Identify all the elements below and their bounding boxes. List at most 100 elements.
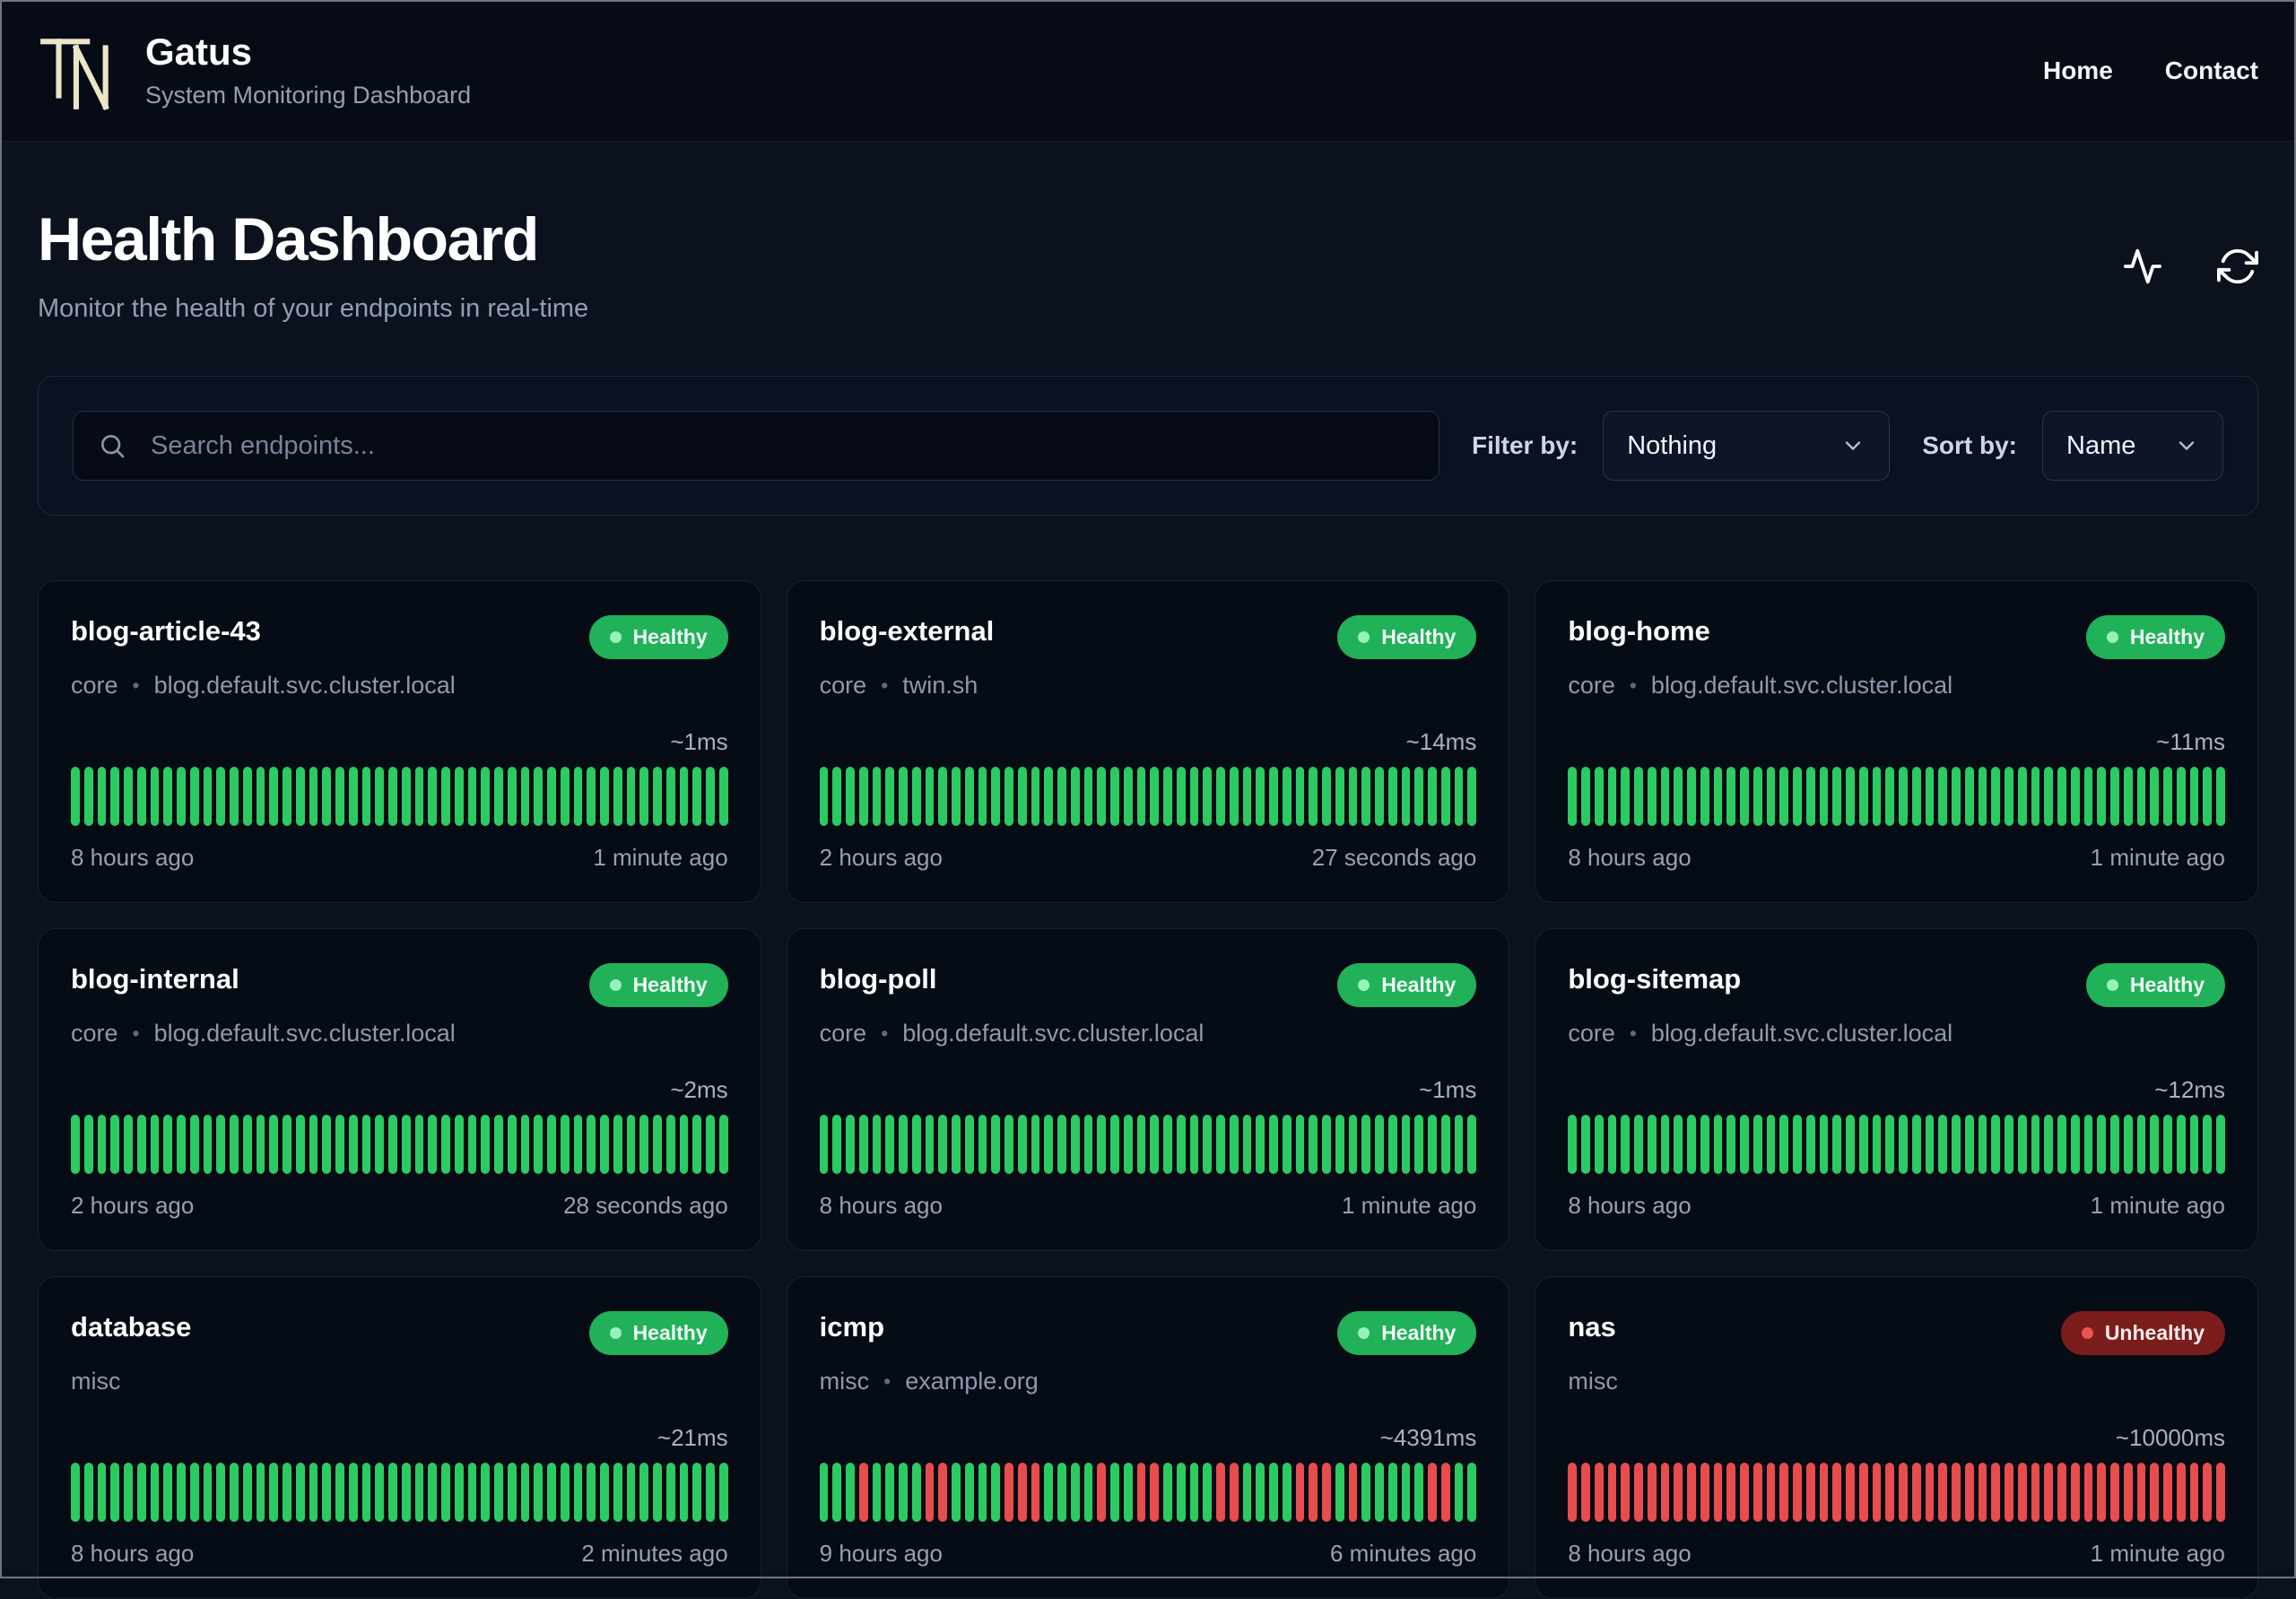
endpoint-group: core (71, 1020, 118, 1047)
uptime-bar (256, 1115, 265, 1174)
uptime-bar (1004, 1463, 1013, 1522)
uptime-bar (1322, 1463, 1331, 1522)
uptime-bar (361, 1463, 371, 1522)
uptime-bar (1309, 767, 1318, 826)
uptime-bar (872, 1115, 882, 1174)
endpoint-card[interactable]: blog-home Healthy core • blog.default.sv… (1535, 580, 2258, 903)
uptime-bar (1322, 767, 1331, 826)
uptime-bar (2189, 1115, 2199, 1174)
endpoint-card[interactable]: blog-external Healthy core • twin.sh ~14… (786, 580, 1510, 903)
nav-link-contact[interactable]: Contact (2165, 56, 2258, 85)
uptime-bar (189, 1115, 199, 1174)
uptime-bar (1189, 1463, 1199, 1522)
uptime-bar (2136, 1115, 2146, 1174)
uptime-bar (872, 767, 882, 826)
uptime-bar (454, 767, 464, 826)
uptime-bar (1097, 767, 1107, 826)
status-label: Healthy (2129, 625, 2205, 648)
latency-label: ~2ms (670, 1076, 728, 1103)
endpoint-card[interactable]: nas Unhealthy misc ~10000ms 8 hours ago … (1535, 1276, 2258, 1599)
filter-select[interactable]: Nothing (1603, 411, 1891, 481)
endpoint-host: twin.sh (902, 672, 978, 699)
uptime-bar (97, 1115, 107, 1174)
uptime-bar (1766, 767, 1776, 826)
endpoint-card[interactable]: blog-poll Healthy core • blog.default.sv… (786, 928, 1510, 1251)
search-input[interactable] (73, 411, 1439, 481)
uptime-bar (2031, 767, 2040, 826)
uptime-bar (1335, 1463, 1344, 1522)
refresh-icon[interactable] (2217, 246, 2258, 287)
status-badge: Healthy (2085, 615, 2225, 659)
uptime-bar (600, 1115, 609, 1174)
uptime-bar (952, 767, 961, 826)
endpoint-name: nas (1568, 1311, 1616, 1343)
uptime-bar (1581, 1115, 1590, 1174)
endpoint-card[interactable]: database Healthy misc ~21ms 8 hours ago … (38, 1276, 761, 1599)
activity-icon[interactable] (2122, 246, 2163, 287)
uptime-bar (1793, 1463, 1802, 1522)
endpoint-meta: core • blog.default.svc.cluster.local (820, 1020, 1477, 1047)
uptime-bars (71, 1463, 728, 1522)
logo-link[interactable] (38, 30, 120, 112)
uptime-bar (1925, 1463, 1935, 1522)
uptime-bar (1176, 767, 1186, 826)
uptime-bar (1242, 1115, 1252, 1174)
endpoint-card[interactable]: icmp Healthy misc • example.org ~4391ms … (786, 1276, 1510, 1599)
uptime-bar (1454, 1463, 1464, 1522)
uptime-bar (626, 767, 636, 826)
endpoint-card[interactable]: blog-internal Healthy core • blog.defaul… (38, 928, 761, 1251)
endpoint-grid: blog-article-43 Healthy core • blog.defa… (38, 580, 2258, 1599)
uptime-bar (1964, 1115, 1974, 1174)
uptime-bar (1176, 1463, 1186, 1522)
uptime-bar (322, 1463, 331, 1522)
endpoint-card[interactable]: blog-sitemap Healthy core • blog.default… (1535, 928, 2258, 1251)
uptime-bar (2216, 1115, 2225, 1174)
uptime-bar (242, 767, 252, 826)
toolbar: Filter by: Nothing Sort by: Name (38, 376, 2258, 516)
uptime-bar (692, 767, 701, 826)
card-top: icmp Healthy (820, 1311, 1477, 1355)
endpoint-card[interactable]: blog-article-43 Healthy core • blog.defa… (38, 580, 761, 903)
uptime-bar (2203, 767, 2213, 826)
uptime-bar (1401, 767, 1411, 826)
uptime-bar (2176, 1115, 2186, 1174)
uptime-bar (1726, 1463, 1736, 1522)
uptime-bar (1428, 1463, 1437, 1522)
newest-time: 28 seconds ago (563, 1192, 728, 1219)
uptime-bar (991, 1463, 1001, 1522)
newest-time: 2 minutes ago (581, 1540, 728, 1567)
uptime-bar (401, 1115, 411, 1174)
uptime-bar (1991, 767, 2001, 826)
times-row: 8 hours ago 1 minute ago (71, 844, 728, 872)
uptime-bar (1414, 1115, 1424, 1174)
uptime-bar (177, 1463, 186, 1522)
uptime-bar (639, 1463, 648, 1522)
endpoint-host: blog.default.svc.cluster.local (1650, 1020, 1953, 1047)
uptime-bar (322, 1115, 331, 1174)
uptime-bar (1044, 1115, 1054, 1174)
uptime-bar (858, 767, 868, 826)
uptime-bar (2136, 767, 2146, 826)
uptime-bar (1387, 1115, 1397, 1174)
endpoint-name: database (71, 1311, 192, 1343)
uptime-bar (216, 1115, 225, 1174)
oldest-time: 8 hours ago (1568, 844, 1692, 871)
uptime-bar (1766, 1115, 1776, 1174)
uptime-bar (1978, 1463, 1987, 1522)
uptime-bar (2083, 1463, 2093, 1522)
page-head-actions (2122, 246, 2258, 324)
uptime-bar (1938, 767, 1948, 826)
uptime-bar (2216, 767, 2225, 826)
uptime-bar (189, 1463, 199, 1522)
uptime-bar (283, 1463, 291, 1522)
sort-select[interactable]: Name (2042, 411, 2223, 481)
app-subtitle: System Monitoring Dashboard (145, 81, 472, 109)
uptime-bar (520, 1115, 530, 1174)
oldest-time: 2 hours ago (71, 1192, 195, 1219)
uptime-bar (136, 1115, 146, 1174)
uptime-bar (150, 1115, 160, 1174)
endpoint-group: misc (71, 1368, 121, 1395)
nav-link-home[interactable]: Home (2043, 56, 2113, 85)
uptime-bar (938, 767, 948, 826)
latency-label: ~21ms (657, 1424, 728, 1451)
